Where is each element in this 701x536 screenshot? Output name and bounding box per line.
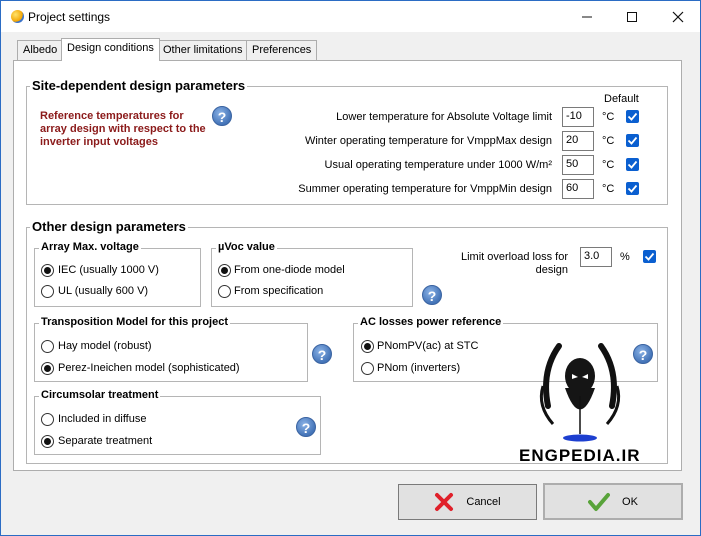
hay-label: Hay model (robust) xyxy=(58,340,152,352)
help-icon[interactable]: ? xyxy=(212,106,232,126)
usual-temp-default-checkbox[interactable] xyxy=(626,158,639,171)
overload-label-line1: Limit overload loss for xyxy=(461,251,568,263)
close-button[interactable] xyxy=(655,1,701,33)
winter-temp-unit: °C xyxy=(602,135,615,147)
cancel-label: Cancel xyxy=(466,496,501,508)
cancel-x-icon xyxy=(435,493,454,511)
pnom-inverters-radio[interactable] xyxy=(361,362,374,375)
pnom-inverters-label: PNom (inverters) xyxy=(377,362,461,374)
spider-logo-icon xyxy=(539,343,621,442)
summer-temp-label: Summer operating temperature for VmppMin… xyxy=(298,183,552,195)
maximize-icon xyxy=(627,12,637,22)
close-icon xyxy=(672,11,684,23)
overload-checkbox[interactable] xyxy=(643,250,656,263)
help-icon[interactable]: ? xyxy=(296,417,316,437)
minimize-icon xyxy=(582,16,592,18)
winter-temp-default-checkbox[interactable] xyxy=(626,134,639,147)
pnompv-radio[interactable] xyxy=(361,340,374,353)
separate-treatment-label: Separate treatment xyxy=(58,435,153,447)
ok-button[interactable]: OK xyxy=(543,483,683,520)
window-title: Project settings xyxy=(28,10,111,24)
check-icon xyxy=(644,252,655,261)
perez-label: Perez-Ineichen model (sophisticated) xyxy=(58,362,240,374)
lower-temp-label: Lower temperature for Absolute Voltage l… xyxy=(336,111,552,123)
circumsolar-title: Circumsolar treatment xyxy=(39,389,161,401)
muvoc-group xyxy=(211,248,413,307)
ul-label: UL (usually 600 V) xyxy=(58,285,149,297)
overload-unit: % xyxy=(620,251,630,263)
usual-temp-label: Usual operating temperature under 1000 W… xyxy=(324,159,552,171)
usual-temp-input[interactable]: 50 xyxy=(562,155,594,175)
from-spec-label: From specification xyxy=(234,285,324,297)
check-icon xyxy=(627,112,638,121)
site-parameters-title: Site-dependent design parameters xyxy=(30,78,248,93)
reference-temperatures-text: Reference temperatures for array design … xyxy=(40,110,206,148)
check-icon xyxy=(627,160,638,169)
tab-other-limitations[interactable]: Other limitations xyxy=(157,40,249,60)
included-diffuse-radio[interactable] xyxy=(41,413,54,426)
perez-radio[interactable] xyxy=(41,362,54,375)
array-voltage-title: Array Max. voltage xyxy=(39,241,141,253)
iec-label: IEC (usually 1000 V) xyxy=(58,264,159,276)
lower-temp-unit: °C xyxy=(602,111,615,123)
title-bar: Project settings xyxy=(0,0,701,32)
overload-label-line2: design xyxy=(535,264,568,276)
help-icon[interactable]: ? xyxy=(633,344,653,364)
tab-design-conditions[interactable]: Design conditions xyxy=(61,38,160,61)
ok-check-icon xyxy=(588,492,611,511)
other-parameters-title: Other design parameters xyxy=(30,219,188,234)
help-icon[interactable]: ? xyxy=(422,285,442,305)
check-icon xyxy=(627,136,638,145)
hay-radio[interactable] xyxy=(41,340,54,353)
tab-albedo[interactable]: Albedo xyxy=(17,40,64,60)
maximize-button[interactable] xyxy=(609,1,655,33)
watermark-text: ENGPEDIA.IR xyxy=(519,446,641,465)
one-diode-label: From one-diode model xyxy=(234,264,345,276)
muvoc-title: µVoc value xyxy=(216,241,277,253)
help-icon[interactable]: ? xyxy=(312,344,332,364)
overload-input[interactable]: 3.0 xyxy=(580,247,612,267)
separate-treatment-radio[interactable] xyxy=(41,435,54,448)
summer-temp-default-checkbox[interactable] xyxy=(626,182,639,195)
pnompv-label: PNomPV(ac) at STC xyxy=(377,340,479,352)
minimize-button[interactable] xyxy=(564,1,610,33)
winter-temp-label: Winter operating temperature for VmppMax… xyxy=(304,135,552,147)
lower-temp-input[interactable]: -10 xyxy=(562,107,594,127)
cancel-button[interactable]: Cancel xyxy=(398,484,537,520)
included-diffuse-label: Included in diffuse xyxy=(58,413,147,425)
default-header: Default xyxy=(604,93,639,105)
from-spec-radio[interactable] xyxy=(218,285,231,298)
ul-radio[interactable] xyxy=(41,285,54,298)
lower-temp-default-checkbox[interactable] xyxy=(626,110,639,123)
summer-temp-unit: °C xyxy=(602,183,615,195)
transposition-title: Transposition Model for this project xyxy=(39,316,231,328)
check-icon xyxy=(627,184,638,193)
usual-temp-unit: °C xyxy=(602,159,615,171)
tab-preferences[interactable]: Preferences xyxy=(246,40,318,60)
ac-losses-title: AC losses power reference xyxy=(358,316,504,328)
ok-label: OK xyxy=(622,495,638,508)
summer-temp-input[interactable]: 60 xyxy=(562,179,594,199)
winter-temp-input[interactable]: 20 xyxy=(562,131,594,151)
app-icon xyxy=(11,10,24,23)
iec-radio[interactable] xyxy=(41,264,54,277)
one-diode-radio[interactable] xyxy=(218,264,231,277)
array-voltage-group xyxy=(34,248,201,307)
